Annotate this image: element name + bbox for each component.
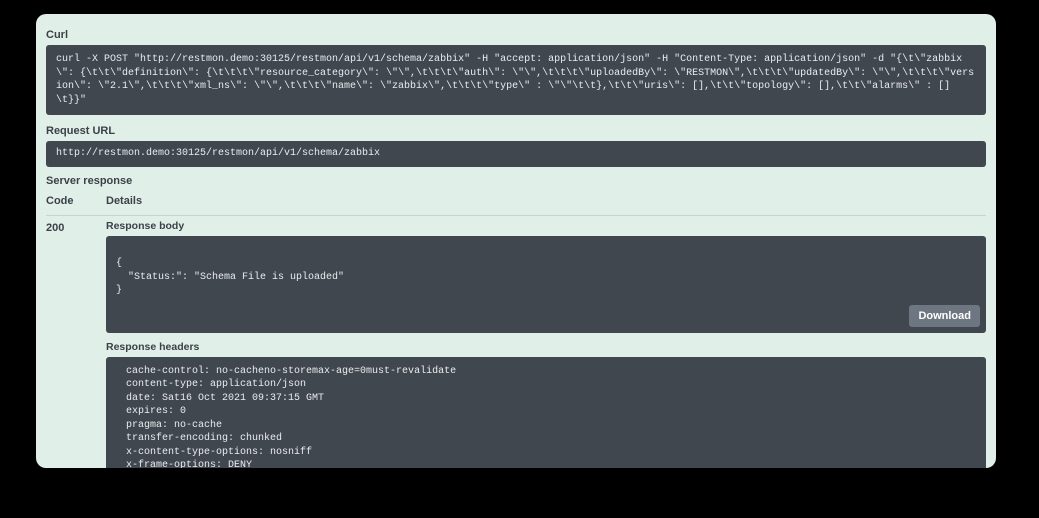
curl-label: Curl xyxy=(46,29,986,41)
response-body-label: Response body xyxy=(106,220,986,232)
server-response-label: Server response xyxy=(46,175,986,187)
server-response-header-row: Code Details xyxy=(46,191,986,209)
response-code: 200 xyxy=(46,220,106,469)
curl-command-box[interactable]: curl -X POST "http://restmon.demo:30125/… xyxy=(46,45,986,115)
response-body-box[interactable]: { "Status:": "Schema File is uploaded" }… xyxy=(106,236,986,333)
request-url-label: Request URL xyxy=(46,125,986,137)
request-url-box[interactable]: http://restmon.demo:30125/restmon/api/v1… xyxy=(46,141,986,167)
response-headers-label: Response headers xyxy=(106,341,986,353)
response-body-text: { "Status:": "Schema File is uploaded" } xyxy=(116,258,344,296)
response-headers-box[interactable]: cache-control: no-cacheno-storemax-age=0… xyxy=(106,357,986,469)
response-row: 200 Response body { "Status:": "Schema F… xyxy=(46,220,986,469)
request-url-text: http://restmon.demo:30125/restmon/api/v1… xyxy=(56,148,380,159)
swagger-response-panel: Curl curl -X POST "http://restmon.demo:3… xyxy=(36,14,996,468)
divider xyxy=(46,215,986,216)
code-column-header: Code xyxy=(46,195,106,207)
curl-command-text: curl -X POST "http://restmon.demo:30125/… xyxy=(56,54,974,106)
response-headers-text: cache-control: no-cacheno-storemax-age=0… xyxy=(120,366,462,469)
download-button[interactable]: Download xyxy=(909,305,980,327)
details-column-header: Details xyxy=(106,195,986,207)
